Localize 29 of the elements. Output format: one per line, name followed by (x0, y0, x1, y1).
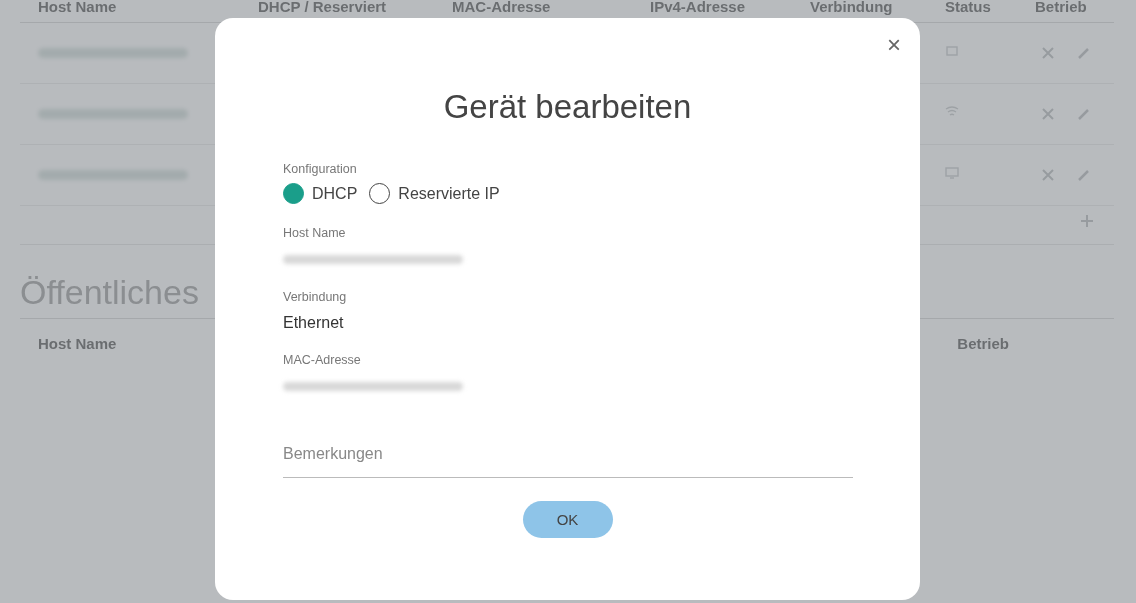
column-header: Host Name (38, 0, 118, 15)
field-label: Konfiguration (283, 162, 358, 176)
field-label: MAC-Adresse (283, 353, 362, 367)
wifi-icon (945, 105, 959, 119)
pencil-icon[interactable] (1077, 46, 1091, 60)
column-header: IPv4-Adresse (650, 0, 747, 15)
radio-label: DHCP (312, 184, 358, 203)
ok-button[interactable]: OK (522, 501, 613, 538)
radio-button[interactable] (369, 183, 391, 204)
column-header: Betrieb (957, 335, 1009, 352)
delete-icon[interactable] (1041, 46, 1055, 60)
field-label: Host Name (283, 226, 347, 240)
radio-label: Reservierte IP (398, 184, 500, 203)
plus-icon[interactable] (1080, 214, 1094, 228)
column-header: Host Name (38, 335, 117, 352)
column-header: DHCP / Reserviert (258, 0, 388, 15)
pencil-icon[interactable] (1077, 107, 1091, 121)
column-header: MAC-Adresse (452, 0, 552, 15)
close-button[interactable]: × (883, 32, 905, 58)
radio-button[interactable] (283, 183, 304, 204)
column-header: Betrieb (1035, 0, 1088, 15)
pencil-icon[interactable] (1077, 168, 1091, 182)
column-header: Verbindung (810, 0, 894, 15)
delete-icon[interactable] (1041, 168, 1055, 182)
delete-icon[interactable] (1041, 107, 1055, 121)
field-label: Verbindung (283, 290, 348, 304)
column-header: Status (945, 0, 992, 15)
monitor-icon (945, 166, 959, 180)
dialog-title: Gerät bearbeiten (443, 88, 692, 126)
